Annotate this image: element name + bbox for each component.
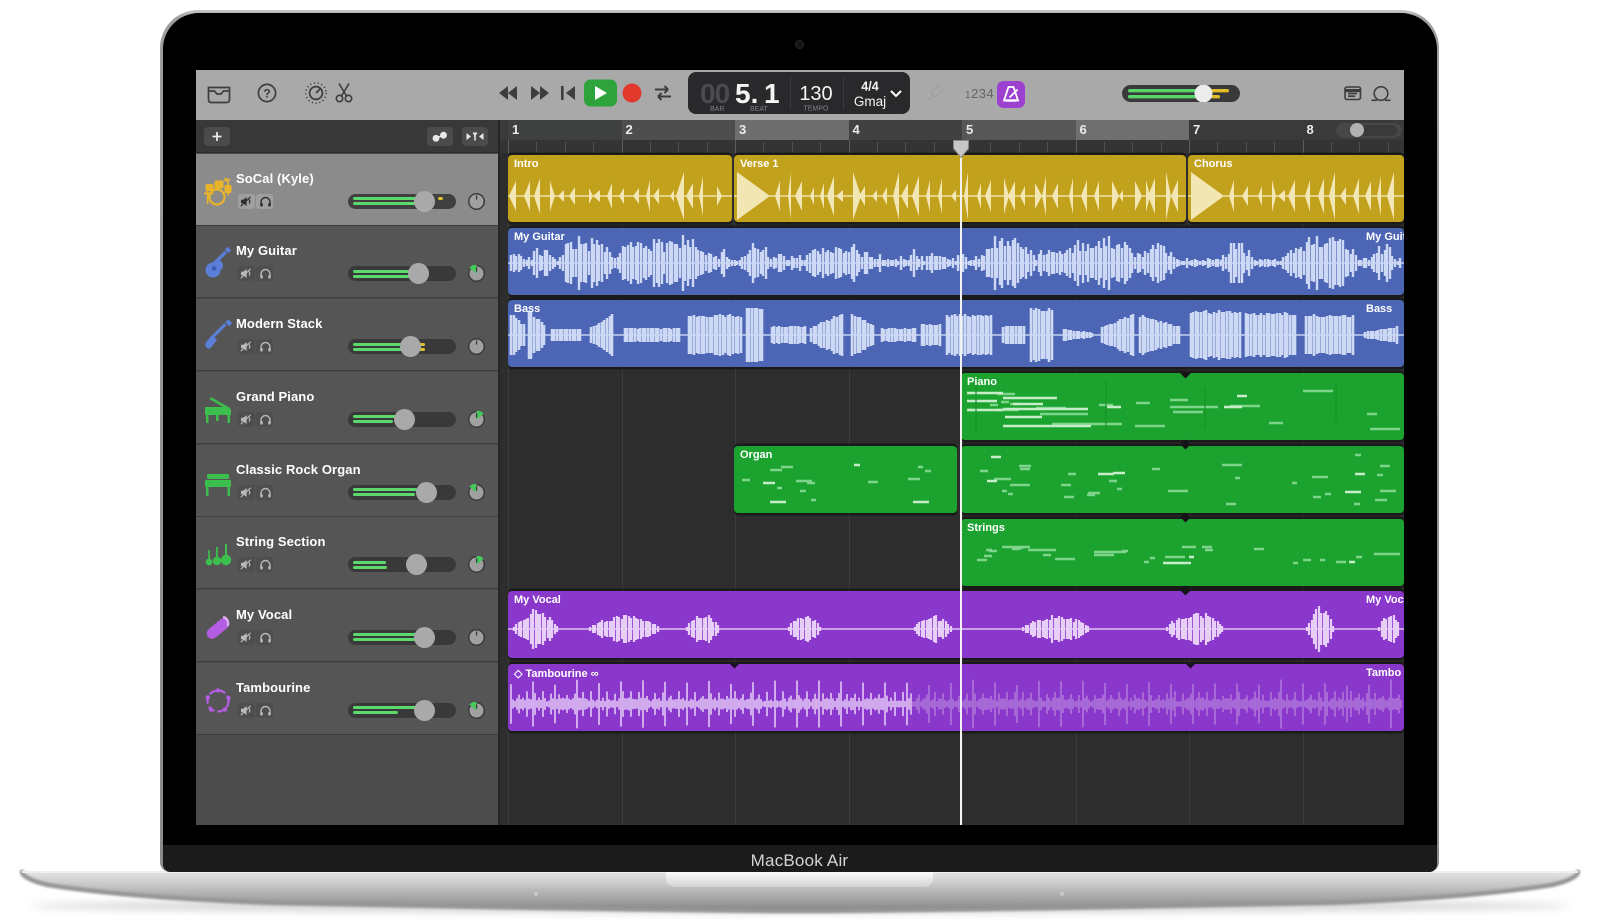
svg-text:5. 1: 5. 1 (735, 78, 780, 109)
svg-text:4/4: 4/4 (861, 80, 878, 94)
svg-text:Gmaj: Gmaj (854, 94, 886, 109)
svg-text:00: 00 (700, 78, 730, 109)
svg-text:130: 130 (799, 83, 832, 105)
svg-text:TEMPO: TEMPO (804, 106, 829, 113)
svg-text:BAR: BAR (710, 106, 724, 113)
svg-text:BEAT: BEAT (750, 106, 768, 113)
